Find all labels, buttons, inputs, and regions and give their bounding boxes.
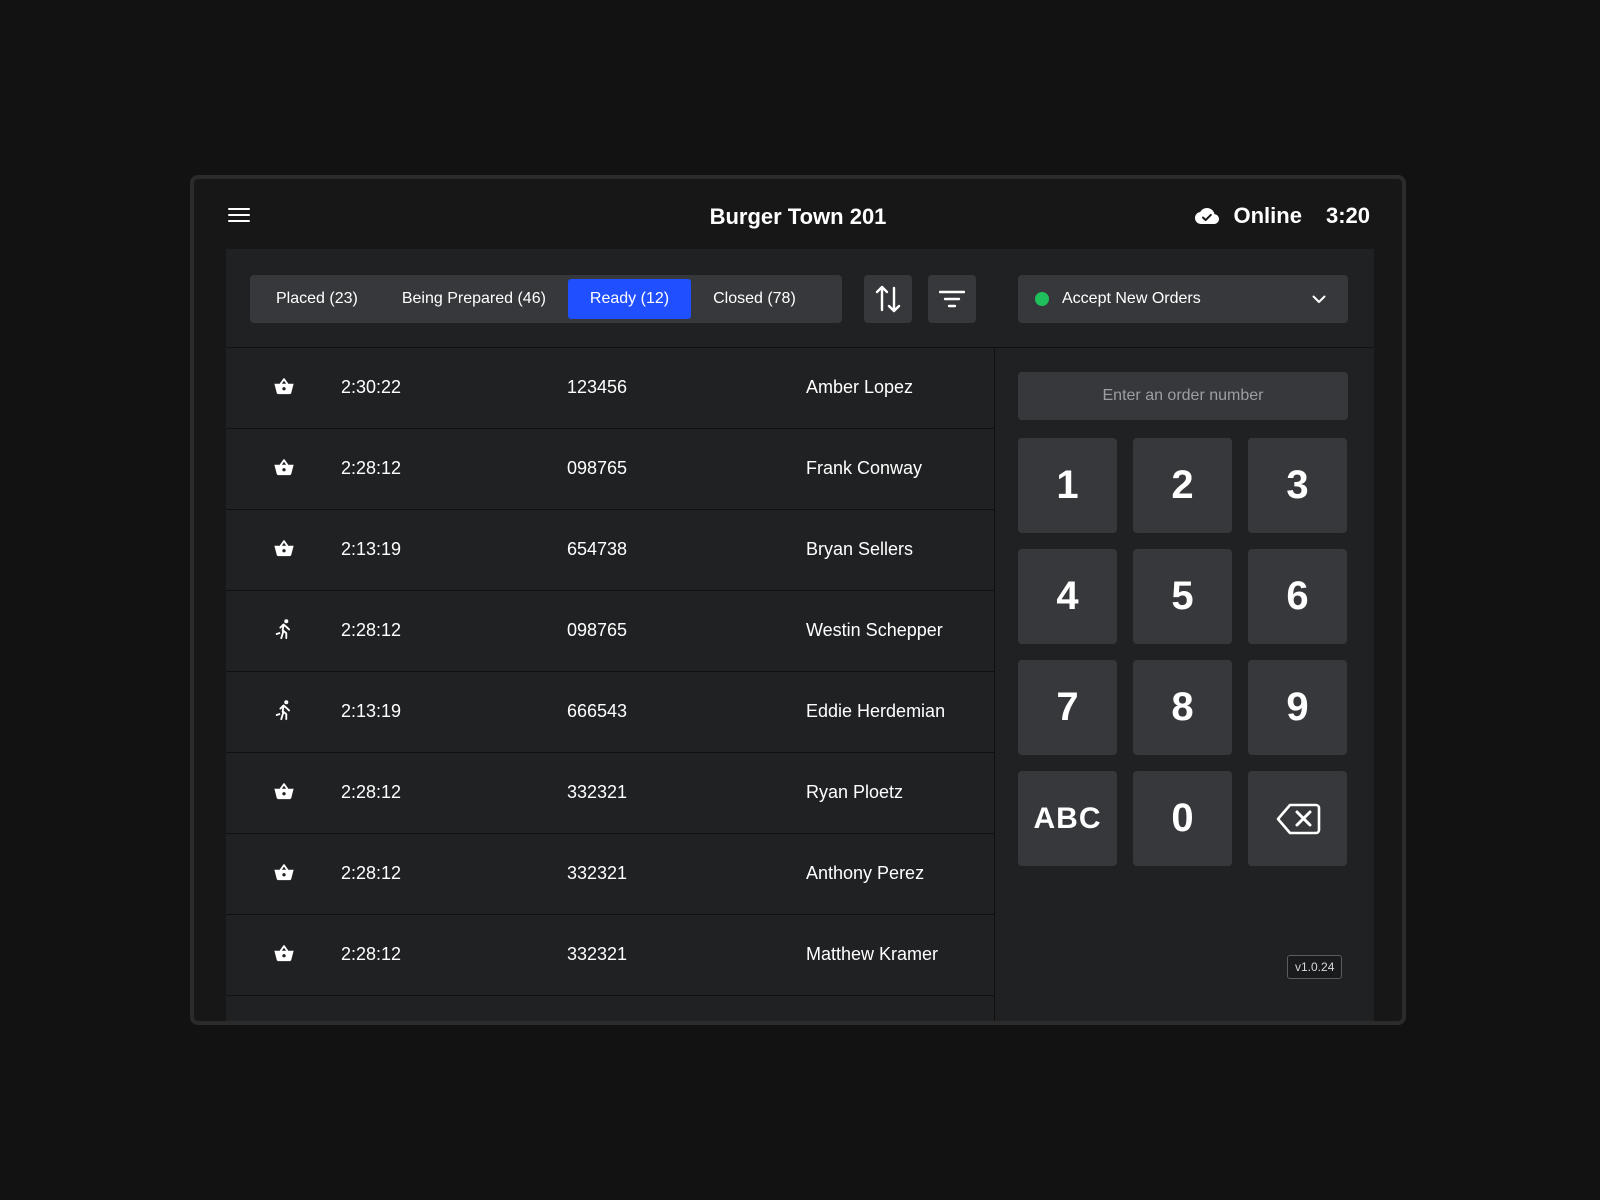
order-elapsed-time: 2:28:12 (341, 620, 402, 640)
order-elapsed-time: 2:28:12 (341, 944, 402, 964)
sort-button[interactable] (864, 275, 912, 323)
customer-name: Anthony Perez (806, 863, 925, 883)
order-row[interactable]: 2:13:19 654738 Bryan Sellers (226, 510, 994, 591)
tab-closed[interactable]: Closed (78) (691, 279, 818, 319)
key-7[interactable]: 7 (1018, 660, 1117, 755)
order-elapsed-time: 2:28:12 (341, 863, 402, 883)
order-elapsed-time: 2:28:12 (341, 458, 402, 478)
key-9[interactable]: 9 (1248, 660, 1347, 755)
order-row[interactable]: 2:30:22 123456 Amber Lopez (226, 348, 994, 429)
order-number: 332321 (567, 782, 628, 802)
filter-lines-icon (939, 290, 965, 308)
key-3[interactable]: 3 (1248, 438, 1347, 533)
filter-bar: Placed (23) Being Prepared (46) Ready (1… (226, 249, 1374, 348)
key-8[interactable]: 8 (1133, 660, 1232, 755)
tab-placed[interactable]: Placed (23) (254, 279, 380, 319)
key-1[interactable]: 1 (1018, 438, 1117, 533)
key-0[interactable]: 0 (1133, 771, 1232, 866)
order-row[interactable]: 2:28:12 332321 Ryan Ploetz (226, 753, 994, 834)
sort-arrows-icon (875, 285, 901, 313)
order-number: 098765 (567, 458, 628, 478)
customer-name: Amber Lopez (806, 377, 914, 397)
customer-name: Ryan Ploetz (806, 782, 904, 802)
basket-icon (273, 861, 295, 883)
basket-icon (273, 375, 295, 397)
numeric-keypad: 1 2 3 4 5 6 7 8 9 ABC 0 (1018, 438, 1347, 866)
order-number: 666543 (567, 701, 628, 721)
device-frame: Burger Town 201 Online 3:20 Placed (23) … (190, 175, 1406, 1025)
orders-list: 2:30:22 123456 Amber Lopez 2:28:12 098765 Fra… (226, 348, 995, 1021)
customer-name: Eddie Herdemian (806, 701, 946, 721)
order-elapsed-time: 2:30:22 (341, 377, 402, 397)
customer-name: Frank Conway (806, 458, 923, 478)
order-elapsed-time: 2:13:19 (341, 539, 402, 559)
customer-name: Bryan Sellers (806, 539, 914, 559)
version-badge: v1.0.24 (1287, 955, 1343, 979)
chevron-down-icon (1312, 295, 1326, 303)
order-number-input[interactable] (1018, 372, 1348, 420)
order-elapsed-time: 2:13:19 (341, 701, 402, 721)
accept-orders-dropdown[interactable]: Accept New Orders (1018, 275, 1348, 323)
status-tabs: Placed (23) Being Prepared (46) Ready (1… (250, 275, 842, 323)
order-number: 098765 (567, 620, 628, 640)
key-6[interactable]: 6 (1248, 549, 1347, 644)
connection-status: Online 3:20 (1194, 203, 1370, 229)
order-row[interactable]: 2:13:19 666543 Eddie Herdemian (226, 672, 994, 753)
order-number: 332321 (567, 944, 628, 964)
basket-icon (273, 456, 295, 478)
order-number: 654738 (567, 539, 628, 559)
order-elapsed-time: 2:28:12 (341, 782, 402, 802)
customer-name: Westin Schepper (806, 620, 943, 640)
order-row[interactable]: 2:28:12 098765 Westin Schepper (226, 591, 994, 672)
top-bar: Burger Town 201 Online 3:20 (194, 179, 1402, 253)
key-5[interactable]: 5 (1133, 549, 1232, 644)
key-abc[interactable]: ABC (1018, 771, 1117, 866)
tab-being-prepared[interactable]: Being Prepared (46) (380, 279, 568, 319)
online-status-dot (1035, 292, 1049, 306)
key-4[interactable]: 4 (1018, 549, 1117, 644)
backspace-icon (1276, 803, 1320, 834)
basket-icon (273, 780, 295, 802)
tab-ready[interactable]: Ready (12) (567, 279, 692, 319)
cloud-check-icon (1194, 208, 1219, 224)
order-number: 123456 (567, 377, 628, 397)
orders-panel: Placed (23) Being Prepared (46) Ready (1… (226, 249, 1374, 1021)
runner-icon (273, 618, 295, 640)
customer-name: Matthew Kramer (806, 944, 939, 964)
order-row[interactable]: 2:28:12 332321 Anthony Perez (226, 834, 994, 915)
keypad-area: 1 2 3 4 5 6 7 8 9 ABC 0 v1.0.24 (995, 348, 1374, 1021)
online-status-label: Online (1233, 203, 1302, 228)
accept-orders-label: Accept New Orders (1062, 290, 1201, 307)
filter-button[interactable] (928, 275, 976, 323)
basket-icon (273, 537, 295, 559)
clock: 3:20 (1325, 203, 1370, 228)
backspace-button[interactable] (1248, 771, 1347, 866)
order-row[interactable]: 2:28:12 332321 Matthew Kramer (226, 915, 994, 996)
basket-icon (273, 942, 295, 964)
runner-icon (273, 699, 295, 721)
order-row[interactable]: 2:28:12 098765 Frank Conway (226, 429, 994, 510)
order-number: 332321 (567, 863, 628, 883)
key-2[interactable]: 2 (1133, 438, 1232, 533)
